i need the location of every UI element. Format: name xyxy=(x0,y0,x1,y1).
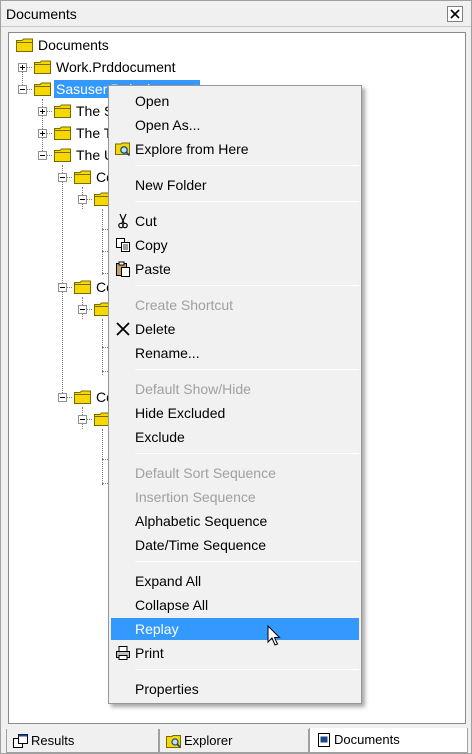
folder-icon xyxy=(74,390,91,404)
folder-icon xyxy=(54,126,71,140)
menu-item-paste[interactable]: Paste xyxy=(111,258,359,280)
menu-label: Delete xyxy=(135,321,176,337)
menu-label: Rename... xyxy=(135,345,200,361)
collapse-icon[interactable] xyxy=(38,151,47,160)
menu-item-open-as[interactable]: Open As... xyxy=(111,114,359,136)
collapse-icon[interactable] xyxy=(58,393,67,402)
folder-icon xyxy=(54,148,71,162)
results-icon xyxy=(13,734,28,748)
menu-item-explore-from-here[interactable]: Explore from Here xyxy=(111,138,359,160)
printer-icon xyxy=(116,646,130,660)
menu-separator xyxy=(135,201,359,202)
menu-item-cut[interactable]: Cut xyxy=(111,210,359,232)
menu-label: Create Shortcut xyxy=(135,297,234,313)
copy-icon xyxy=(116,238,130,252)
delete-x-icon xyxy=(116,322,130,336)
menu-label: Open xyxy=(135,93,170,109)
folder-icon xyxy=(74,280,91,294)
menu-item-replay[interactable]: Replay xyxy=(111,618,359,640)
close-button[interactable] xyxy=(447,6,463,22)
explorer-icon xyxy=(166,735,181,748)
menu-item-expand-all[interactable]: Expand All xyxy=(111,570,359,592)
menu-label: Date/Time Sequence xyxy=(135,537,266,553)
menu-label: Collapse All xyxy=(135,597,209,613)
menu-separator xyxy=(135,285,359,286)
collapse-icon[interactable] xyxy=(58,173,67,182)
menu-separator xyxy=(135,669,359,670)
collapse-icon[interactable] xyxy=(58,283,67,292)
menu-label: Print xyxy=(135,645,164,661)
expand-icon[interactable] xyxy=(18,63,27,72)
window-title: Documents xyxy=(6,6,77,22)
tree-item-documents-root[interactable]: Documents xyxy=(9,35,209,55)
menu-label: Replay xyxy=(135,621,179,637)
menu-item-insertion-sequence[interactable]: Insertion Sequence xyxy=(111,486,359,508)
folder-icon xyxy=(16,38,33,52)
tree-label: Documents xyxy=(38,37,109,53)
menu-item-hide-excluded[interactable]: Hide Excluded xyxy=(111,402,359,424)
menu-item-rename[interactable]: Rename... xyxy=(111,342,359,364)
explorer-icon xyxy=(115,142,131,157)
tab-explorer[interactable]: Explorer xyxy=(159,729,309,753)
documents-icon xyxy=(318,733,330,747)
close-icon xyxy=(450,9,460,19)
menu-label: Expand All xyxy=(135,573,202,589)
menu-separator xyxy=(135,369,359,370)
tab-bar: Results Explorer Documents xyxy=(1,728,471,753)
tree-label: Work.Prddocument xyxy=(56,59,176,75)
expand-icon[interactable] xyxy=(38,129,47,138)
menu-label: Exclude xyxy=(135,429,185,445)
title-bar: Documents xyxy=(1,1,471,27)
menu-separator xyxy=(135,453,359,454)
tab-label: Documents xyxy=(334,732,400,747)
tree-item-work-prddocument[interactable]: Work.Prddocument xyxy=(9,57,259,77)
context-menu: Open Open As... Explore from Here New Fo… xyxy=(108,85,362,704)
menu-item-default-show-hide[interactable]: Default Show/Hide xyxy=(111,378,359,400)
menu-separator xyxy=(135,561,359,562)
collapse-icon[interactable] xyxy=(78,195,87,204)
folder-icon xyxy=(74,170,91,184)
documents-window: Documents Documents Work.Prddocument The… xyxy=(0,0,472,754)
menu-item-new-folder[interactable]: New Folder xyxy=(111,174,359,196)
menu-item-properties[interactable]: Properties xyxy=(111,678,359,700)
open-folder-icon xyxy=(34,82,51,96)
tab-label: Explorer xyxy=(184,733,233,748)
paste-icon xyxy=(116,261,130,277)
collapse-icon[interactable] xyxy=(18,85,27,94)
menu-item-default-sort-sequence[interactable]: Default Sort Sequence xyxy=(111,462,359,484)
tab-label: Results xyxy=(31,733,75,748)
menu-label: Insertion Sequence xyxy=(135,489,256,505)
menu-label: Properties xyxy=(135,681,199,697)
tab-results[interactable]: Results xyxy=(6,729,159,753)
menu-item-alphabetic-sequence[interactable]: Alphabetic Sequence xyxy=(111,510,359,532)
menu-item-print[interactable]: Print xyxy=(111,642,359,664)
menu-item-datetime-sequence[interactable]: Date/Time Sequence xyxy=(111,534,359,556)
menu-label: Paste xyxy=(135,261,171,277)
collapse-icon[interactable] xyxy=(78,415,87,424)
menu-item-open[interactable]: Open xyxy=(111,90,359,112)
menu-item-exclude[interactable]: Exclude xyxy=(111,426,359,448)
menu-label: Cut xyxy=(135,213,157,229)
menu-label: Default Show/Hide xyxy=(135,381,251,397)
menu-label: Copy xyxy=(135,237,168,253)
expand-icon[interactable] xyxy=(38,107,47,116)
menu-label: Alphabetic Sequence xyxy=(135,513,268,529)
menu-label: Default Sort Sequence xyxy=(135,465,276,481)
menu-label: Explore from Here xyxy=(135,141,249,157)
menu-item-copy[interactable]: Copy xyxy=(111,234,359,256)
folder-icon xyxy=(54,104,71,118)
menu-label: Open As... xyxy=(135,117,201,133)
collapse-icon[interactable] xyxy=(78,305,87,314)
menu-label: Hide Excluded xyxy=(135,405,226,421)
menu-item-collapse-all[interactable]: Collapse All xyxy=(111,594,359,616)
menu-label: New Folder xyxy=(135,177,207,193)
menu-item-create-shortcut[interactable]: Create Shortcut xyxy=(111,294,359,316)
menu-separator xyxy=(135,165,359,166)
menu-item-delete[interactable]: Delete xyxy=(111,318,359,340)
mouse-cursor-icon xyxy=(267,625,281,646)
tab-documents[interactable]: Documents xyxy=(309,728,468,753)
folder-icon xyxy=(34,60,51,74)
scissors-icon xyxy=(118,213,128,229)
